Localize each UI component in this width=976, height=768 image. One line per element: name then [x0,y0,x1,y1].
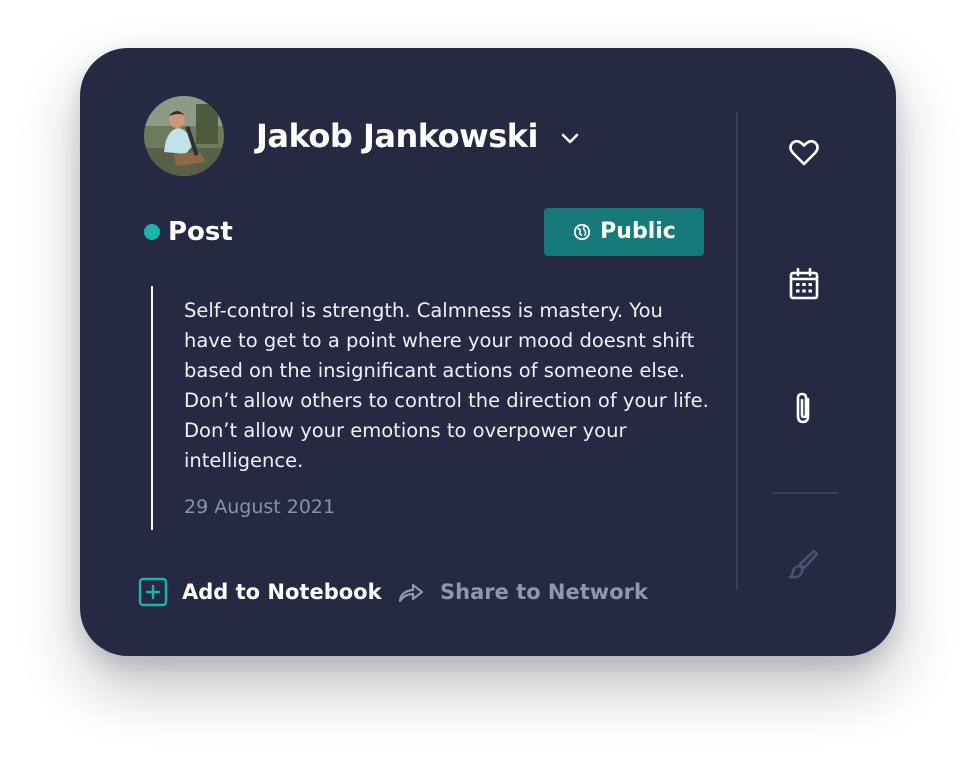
visibility-label: Public [600,219,676,244]
post-type-label: Post [168,217,233,247]
post-date: 29 August 2021 [184,496,336,518]
plus-square-icon [138,577,168,607]
vertical-divider [736,112,738,590]
add-to-notebook-button[interactable]: Add to Notebook [138,576,382,608]
brush-icon[interactable] [784,544,824,584]
share-icon [398,583,424,603]
chevron-down-icon[interactable] [556,124,584,152]
avatar[interactable] [144,96,224,176]
calendar-icon[interactable] [784,264,824,304]
avatar-photo [144,96,224,176]
share-to-network-button[interactable]: Share to Network [396,576,648,608]
visibility-button[interactable]: Public [544,208,704,256]
post-card: Jakob Jankowski Post Public Self-control… [80,48,896,656]
horizontal-divider [772,492,838,494]
heart-icon[interactable] [784,133,824,173]
globe-icon [574,223,591,241]
quote-text: Self-control is strength. Calmness is ma… [184,299,709,472]
quote-bar [151,286,153,530]
add-to-notebook-label: Add to Notebook [182,580,382,604]
paperclip-icon[interactable] [784,388,824,428]
status-dot [144,224,160,240]
author-name[interactable]: Jakob Jankowski [256,114,539,158]
share-to-network-label: Share to Network [440,580,648,604]
